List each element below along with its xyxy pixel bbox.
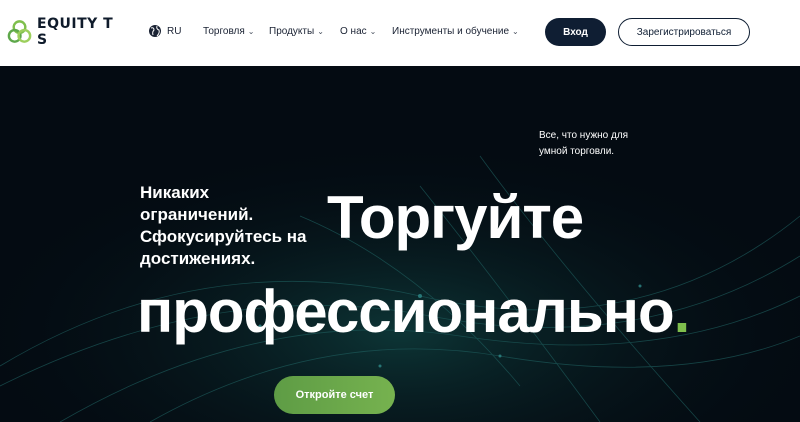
logo[interactable]: EQUITY T S [6, 16, 126, 48]
hero-subtitle: Никаких ограничений. Сфокусируйтесь на д… [140, 183, 307, 268]
nav-label: О нас [340, 26, 367, 37]
language-selector[interactable]: RU [148, 24, 181, 38]
language-label: RU [167, 25, 182, 37]
chevron-down-icon: ⌄ [369, 27, 377, 36]
logo-icon [7, 20, 32, 43]
nav-trading[interactable]: Торговля ⌄ [203, 26, 254, 37]
hero-title-line2: профессионально. [137, 278, 691, 346]
globe-icon [149, 25, 161, 37]
hero-title-dot: . [673, 278, 691, 345]
nav-products[interactable]: Продукты ⌄ [269, 26, 324, 37]
nav-label: Инструменты и обучение [392, 26, 510, 37]
hero-title-line1: Торгуйте [327, 184, 584, 251]
chevron-down-icon: ⌄ [247, 27, 255, 36]
login-button[interactable]: Вход [545, 18, 606, 46]
nav-tools[interactable]: Инструменты и обучение ⌄ [392, 26, 519, 37]
hero-section: Все, что нужно для умной торговли. Никак… [0, 66, 800, 422]
chevron-down-icon: ⌄ [317, 27, 324, 36]
site-header: EQUITY T S RU Торговля ⌄ Продукты ⌄ О нас ⌄… [0, 0, 800, 66]
nav-label: Продукты [269, 26, 315, 37]
chevron-down-icon: ⌄ [512, 27, 519, 36]
nav-about[interactable]: О нас ⌄ [340, 26, 376, 37]
nav-label: Торговля [203, 26, 245, 37]
hero-title-word: профессионально [137, 278, 675, 345]
open-account-button[interactable]: Откройте счет [274, 376, 395, 414]
hero-side-text: Все, что нужно для умной торговли. [539, 130, 629, 157]
logo-text: EQUITY T S [37, 16, 114, 48]
register-button[interactable]: Зарегистрироваться [618, 18, 750, 46]
